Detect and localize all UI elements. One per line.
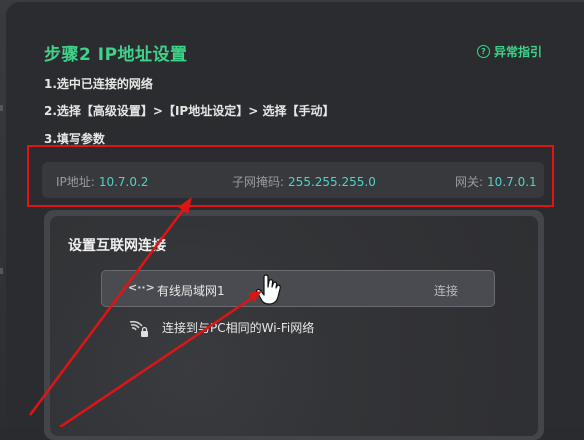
help-link[interactable]: ? 异常指引 [476,43,542,60]
dialog-title: 设置互联网连接 [68,238,166,254]
page-title: 步骤2 IP地址设置 [44,45,188,65]
help-label: 异常指引 [493,45,542,59]
edge-mark [0,268,3,274]
hand-cursor-icon [256,274,281,305]
step-1: 1.选中已连接的网络 [44,77,153,91]
ethernet-icon: <··> [128,281,155,294]
wifi-option-label[interactable]: 连接到与PC相同的Wi-Fi网络 [162,319,314,336]
edge-mark [0,105,3,111]
wired-lan-label: 有线局域网1 [157,284,225,298]
question-icon: ? [476,45,490,58]
wifi-lock-icon [129,320,148,337]
connect-button[interactable]: 连接 [434,282,458,299]
step-2: 2.选择【高级设置】>【IP地址设定】> 选择【手动】 [44,104,335,118]
highlight-box [27,145,554,207]
